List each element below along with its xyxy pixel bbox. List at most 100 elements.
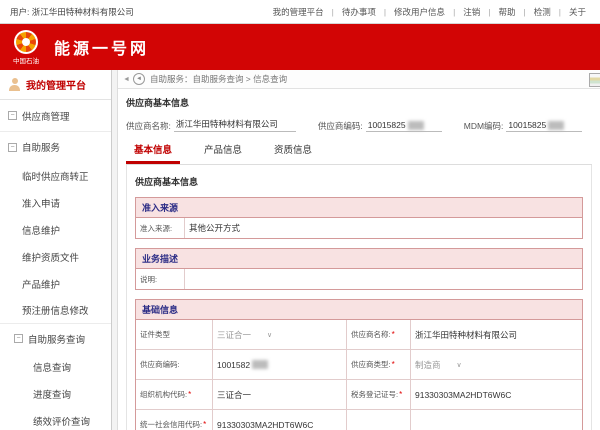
- tree-collapse-icon[interactable]: −: [8, 111, 17, 120]
- top-link-todo[interactable]: 待办事项: [328, 6, 380, 18]
- chevron-down-icon: ∨: [457, 361, 462, 369]
- sidebar-item-my-platform[interactable]: 我的管理平台: [0, 70, 111, 100]
- table-row: 准入来源: 其他公开方式: [136, 218, 582, 238]
- field-label: 供应商名称:: [126, 120, 171, 132]
- sidebar-item-label: 信息查询: [33, 360, 71, 374]
- table-cell-label: 说明:: [136, 269, 184, 289]
- tab-product-info[interactable]: 产品信息: [196, 138, 250, 164]
- top-link-my-platform[interactable]: 我的管理平台: [269, 6, 328, 18]
- top-links: 我的管理平台 待办事项 修改用户信息 注销 帮助 检测 关于: [269, 6, 590, 18]
- section-business-description: 业务描述 说明:: [135, 248, 583, 290]
- table-cell-label: 供应商类型:*: [346, 350, 410, 379]
- sidebar-item-self-service-query[interactable]: − 自助服务查询: [0, 324, 111, 353]
- top-utility-bar: 用户: 浙江华田特种材料有限公司 我的管理平台 待办事项 修改用户信息 注销 帮…: [0, 0, 600, 24]
- sidebar-item-label: 我的管理平台: [26, 77, 86, 92]
- redacted-blur: [548, 121, 564, 130]
- tab-qualification-info[interactable]: 资质信息: [266, 138, 320, 164]
- back-arrow-icon[interactable]: ◄: [133, 73, 145, 85]
- table-cell-value: [410, 410, 582, 430]
- field-label: MDM编码:: [464, 120, 504, 132]
- top-link-check[interactable]: 检测: [520, 6, 555, 18]
- table-row: 组织机构代码:* 三证合一 税务登记证号:* 91330303MA2HDT6W6…: [136, 379, 582, 409]
- sidebar-item-label: 进度查询: [33, 387, 71, 401]
- table-cell-label: 税务登记证号:*: [346, 380, 410, 409]
- table-cell-value: 91330303MA2HDT6W6C: [410, 380, 582, 409]
- sidebar-item-performance-query[interactable]: 绩效评价查询: [0, 407, 111, 430]
- sidebar-item-info-maintain[interactable]: 信息维护: [0, 216, 111, 243]
- top-link-about[interactable]: 关于: [555, 6, 590, 18]
- sidebar-item-info-query[interactable]: 信息查询: [0, 353, 111, 380]
- sidebar-nav: 我的管理平台 − 供应商管理 − 自助服务 临时供应商转正 准入申请 信息维护 …: [0, 70, 112, 430]
- table-cell-value: 91330303MA2HDT6W6C: [212, 410, 346, 430]
- required-asterisk: *: [203, 420, 206, 429]
- table-cell-value: 其他公开方式: [184, 218, 582, 238]
- redacted-blur: [252, 360, 268, 369]
- top-link-logout[interactable]: 注销: [449, 6, 484, 18]
- required-asterisk: *: [188, 390, 191, 399]
- sidebar-item-label: 维护资质文件: [22, 250, 79, 264]
- section-header: 准入来源: [136, 198, 582, 218]
- field-supplier-code: 供应商编码: 10015825: [318, 120, 442, 132]
- current-user-label: 用户: 浙江华田特种材料有限公司: [10, 6, 134, 18]
- table-cell-label: 统一社会信用代码:*: [136, 410, 212, 430]
- table-cell-label: 组织机构代码:*: [136, 380, 212, 409]
- tab-bar: 基本信息 产品信息 资质信息: [126, 138, 592, 165]
- field-value: 浙江华田特种材料有限公司: [174, 118, 296, 132]
- sidebar-item-label: 自助服务: [22, 140, 60, 154]
- tree-collapse-icon[interactable]: −: [14, 334, 23, 343]
- sidebar-item-access-apply[interactable]: 准入申请: [0, 189, 111, 216]
- field-supplier-name: 供应商名称: 浙江华田特种材料有限公司: [126, 118, 296, 132]
- chevron-down-icon: ∨: [267, 331, 272, 339]
- table-cell-label: 供应商编码:: [136, 350, 212, 379]
- sidebar-item-label: 自助服务查询: [28, 332, 85, 346]
- user-avatar-icon: [8, 78, 21, 91]
- cnpc-logo: 中国石油: [8, 30, 44, 65]
- section-access-source: 准入来源 准入来源: 其他公开方式: [135, 197, 583, 239]
- supplier-type-dropdown[interactable]: 制造商∨: [410, 350, 582, 379]
- panel-title: 供应商基本信息: [135, 175, 583, 188]
- supplier-summary-row: 供应商名称: 浙江华田特种材料有限公司 供应商编码: 10015825 MDM编…: [126, 118, 592, 132]
- basic-info-panel: 供应商基本信息 准入来源 准入来源: 其他公开方式 业务描述 说明:: [126, 165, 592, 430]
- sidebar-item-supplier-management[interactable]: − 供应商管理: [0, 100, 111, 132]
- sidebar-item-product-maintain[interactable]: 产品维护: [0, 270, 111, 297]
- main-area: ◄ ◄ 自助服务：自助服务查询 > 信息查询 供应商基本信息 供应商名称: 浙江…: [118, 70, 600, 430]
- sidebar-item-label: 准入申请: [22, 196, 60, 210]
- page-settings-icon[interactable]: [589, 73, 600, 87]
- top-link-help[interactable]: 帮助: [484, 6, 519, 18]
- cnpc-emblem-icon: [14, 30, 38, 54]
- required-asterisk: *: [399, 390, 402, 399]
- required-asterisk: *: [392, 360, 395, 369]
- page-title: 供应商基本信息: [126, 96, 592, 109]
- page-content: 供应商基本信息 供应商名称: 浙江华田特种材料有限公司 供应商编码: 10015…: [118, 89, 600, 430]
- sidebar-item-self-service[interactable]: − 自助服务: [0, 132, 111, 162]
- brand-subtitle: 中国石油: [13, 55, 39, 65]
- field-value: 10015825: [366, 120, 442, 132]
- field-value: 10015825: [506, 120, 582, 132]
- table-row: 统一社会信用代码:* 91330303MA2HDT6W6C: [136, 409, 582, 430]
- field-label: 供应商编码:: [318, 120, 363, 132]
- redacted-blur: [408, 121, 424, 130]
- sidebar-item-preregister-modify[interactable]: 预注册信息修改: [0, 297, 111, 324]
- brand-header: 中国石油 能源一号网: [0, 24, 600, 70]
- sidebar-item-label: 产品维护: [22, 277, 60, 291]
- collapse-panel-icon[interactable]: ◄: [123, 76, 130, 83]
- top-link-modify-user[interactable]: 修改用户信息: [380, 6, 449, 18]
- sidebar-item-progress-query[interactable]: 进度查询: [0, 380, 111, 407]
- table-row: 说明:: [136, 269, 582, 289]
- table-row: 供应商编码: 1001582 供应商类型:* 制造商∨: [136, 349, 582, 379]
- table-cell-value: 三证合一: [212, 380, 346, 409]
- breadcrumb-bar: ◄ ◄ 自助服务：自助服务查询 > 信息查询: [118, 70, 600, 89]
- field-mdm-code: MDM编码: 10015825: [464, 120, 583, 132]
- tab-basic-info[interactable]: 基本信息: [126, 138, 180, 164]
- table-cell-value: 1001582: [212, 350, 346, 379]
- sidebar-item-label: 供应商管理: [22, 109, 70, 123]
- sidebar-item-qualification-files[interactable]: 维护资质文件: [0, 243, 111, 270]
- sidebar-item-label: 信息维护: [22, 223, 60, 237]
- sidebar-item-temp-supplier-confirm[interactable]: 临时供应商转正: [0, 162, 111, 189]
- sidebar-item-label: 临时供应商转正: [22, 169, 89, 183]
- certificate-type-dropdown[interactable]: 三证合一∨: [212, 320, 346, 349]
- section-base-info: 基础信息 证件类型 三证合一∨ 供应商名称:* 浙江华田特种材料有限公司 供应商…: [135, 299, 583, 430]
- tree-collapse-icon[interactable]: −: [8, 143, 17, 152]
- section-header: 业务描述: [136, 249, 582, 269]
- breadcrumb: 自助服务：自助服务查询 > 信息查询: [150, 73, 287, 85]
